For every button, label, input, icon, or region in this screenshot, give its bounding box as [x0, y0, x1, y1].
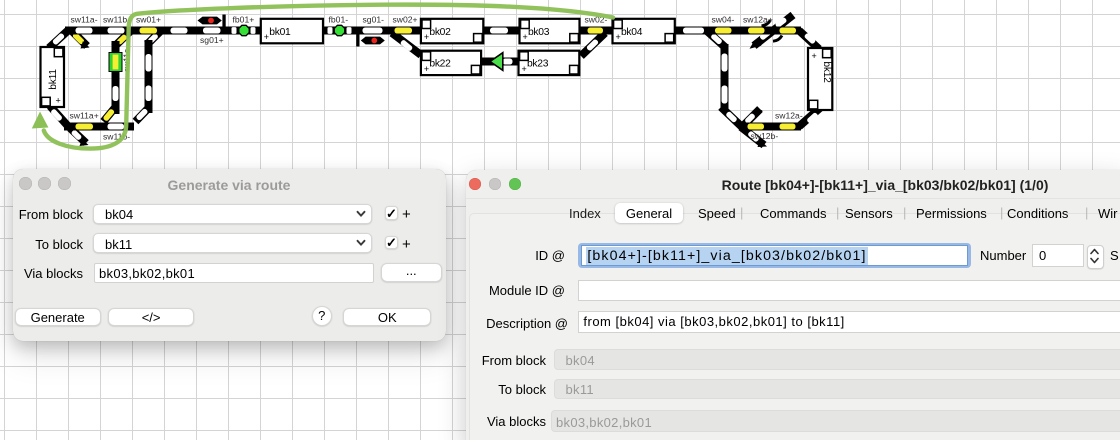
svg-text:bk11: bk11: [48, 69, 59, 90]
svg-text:bk22: bk22: [429, 59, 451, 70]
svg-text:+: +: [523, 32, 528, 42]
svg-text:+: +: [424, 64, 429, 74]
svg-text:sw01+: sw01+: [136, 14, 161, 24]
svg-text:+: +: [616, 32, 621, 42]
svg-text:sw04-: sw04-: [712, 14, 735, 24]
svg-text:sg01+: sg01+: [200, 35, 224, 45]
svg-text:sw11a-: sw11a-: [71, 14, 98, 24]
svg-text:bk04: bk04: [621, 27, 643, 38]
svg-text:sw12b-: sw12b-: [751, 131, 779, 141]
svg-text:+: +: [56, 96, 61, 106]
svg-text:fb01-: fb01-: [329, 14, 349, 24]
svg-text:bk03: bk03: [528, 27, 550, 38]
svg-text:sw02+: sw02+: [393, 14, 418, 24]
svg-text:+: +: [424, 32, 429, 42]
svg-text:+: +: [264, 32, 269, 42]
svg-text:bk23: bk23: [527, 59, 549, 70]
svg-text:sw11a+: sw11a+: [70, 111, 99, 121]
svg-text:+: +: [522, 64, 527, 74]
svg-text:sg01-: sg01-: [363, 15, 385, 25]
svg-text:bk12: bk12: [821, 61, 832, 83]
svg-text:fb01+: fb01+: [233, 14, 255, 24]
svg-text:sw12a+: sw12a+: [743, 14, 773, 24]
svg-text:sw11b-: sw11b-: [103, 14, 130, 24]
svg-text:bk02: bk02: [429, 27, 451, 38]
svg-text:+: +: [812, 51, 817, 61]
svg-text:bk01: bk01: [269, 27, 291, 38]
svg-text:sw12a-: sw12a-: [775, 111, 803, 121]
